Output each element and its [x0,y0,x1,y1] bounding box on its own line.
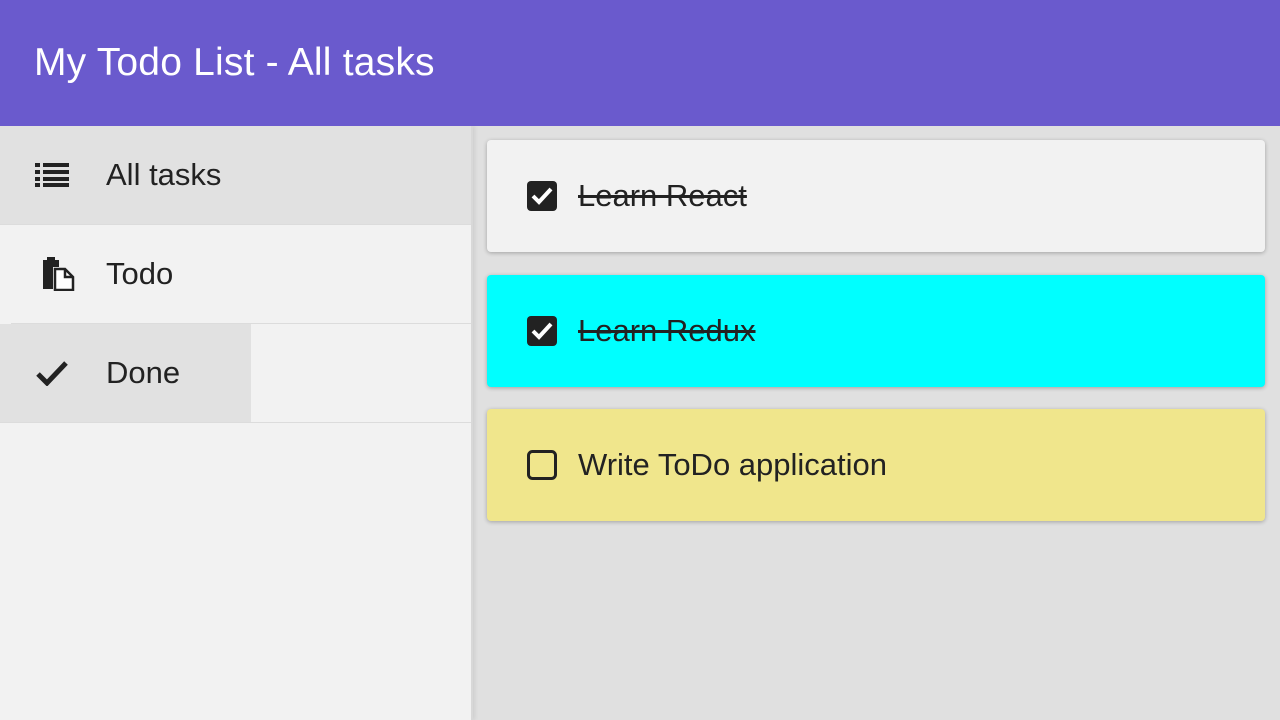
app-header: My Todo List - All tasks [0,0,1280,126]
task-text: Write ToDo application [578,447,888,482]
sidebar: All tasks Todo Done [0,126,473,720]
sidebar-item-all-tasks[interactable]: All tasks [0,126,471,225]
page-title: My Todo List - All tasks [34,41,435,84]
clipboard-icon [11,225,106,324]
task-text: Learn Redux [578,313,756,348]
todo-app: My Todo List - All tasks All tasks Todo … [0,0,1280,720]
sidebar-item-label: Done [106,355,181,390]
checkbox-checked-icon[interactable] [526,315,558,347]
sidebar-item-label: Todo [106,256,174,291]
task-card[interactable]: Learn React [487,140,1265,252]
task-list: Learn React Learn Redux Write ToDo appli… [475,126,1280,720]
task-text: Learn React [578,178,747,213]
check-icon [0,324,106,423]
task-card[interactable]: Learn Redux [487,275,1265,387]
checkbox-unchecked-icon[interactable] [526,449,558,481]
sidebar-item-done[interactable]: Done [0,324,471,423]
list-icon [0,126,106,225]
task-card[interactable]: Write ToDo application [487,409,1265,521]
checkbox-checked-icon[interactable] [526,180,558,212]
sidebar-item-label: All tasks [106,157,222,192]
sidebar-item-todo[interactable]: Todo [11,225,471,324]
